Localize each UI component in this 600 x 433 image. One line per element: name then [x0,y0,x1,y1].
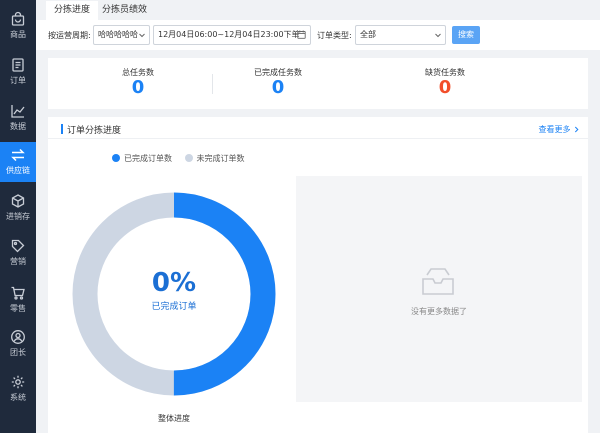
chevron-down-icon [435,33,441,38]
date-range-value: 12月04日06:00~12月04日23:00下单 [158,30,300,39]
sidebar-item-label: 团长 [10,348,26,357]
legend-label: 已完成订单数 [124,154,172,163]
tag-icon [11,239,25,253]
sidebar-item-label: 供应链 [6,166,30,175]
card-header: 订单分拣进度 查看更多 [48,117,588,139]
empty-inbox-icon [422,268,454,295]
period-label: 按运营周期: [48,31,91,40]
period-select[interactable]: 哈哈哈哈哈 [93,25,150,45]
legend-dot-incomplete [184,154,193,162]
cube-icon [11,194,25,208]
sidebar-item-label: 商品 [10,30,26,39]
stat-value: 0 [271,77,285,98]
order-type-select[interactable]: 全部 [355,25,446,45]
view-more-link[interactable]: 查看更多 [538,124,580,135]
empty-state-panel: 没有更多数据了 [296,176,582,402]
sidebar-item-label: 营销 [10,257,26,266]
user-icon [11,330,25,344]
cart-icon [11,286,25,300]
sidebar-item-marketing[interactable]: 营销 [0,233,36,273]
card-title: 订单分拣进度 [67,126,122,136]
sidebar-item-orders[interactable]: 订单 [0,52,36,92]
search-button[interactable]: 搜索 [452,26,480,44]
legend-label: 未完成订单数 [196,154,245,163]
legend-dot-completed [112,154,120,162]
view-more-label: 查看更多 [538,125,571,134]
donut-caption: 已完成订单 [151,302,197,312]
sidebar-item-label: 数据 [10,122,26,131]
chart-legend: 已完成订单数 未完成订单数 [112,153,255,163]
sidebar-item-label: 零售 [10,304,26,313]
sidebar-item-supply-chain[interactable]: 供应链 [0,142,36,182]
date-range-input[interactable]: 12月04日06:00~12月04日23:00下单 [153,25,311,45]
bag-icon [11,11,25,26]
gear-icon [11,375,25,389]
order-sorting-progress-card: 订单分拣进度 查看更多 已完成订单数 未完成订单数 0% 已完成订单 整体进度 … [48,117,588,433]
sidebar-item-goods[interactable]: 商品 [0,6,36,46]
sidebar: 商品 订单 数据 供应链 进销存 营销 零售 团长 系统 [0,0,36,433]
stats-panel: 总任务数 0 已完成任务数 0 缺货任务数 0 [48,58,588,109]
document-icon [12,58,24,72]
sidebar-item-label: 系统 [10,393,26,402]
order-type-label: 订单类型: [317,31,352,40]
tab-sorting-progress[interactable]: 分拣进度 [46,1,99,20]
donut-footer: 整体进度 [158,414,190,423]
donut-percent: 0% [151,268,197,298]
filter-bar: 按运营周期: 哈哈哈哈哈 12月04日06:00~12月04日23:00下单 订… [36,20,600,50]
stat-value: 0 [438,77,452,98]
sidebar-item-data[interactable]: 数据 [0,98,36,138]
sidebar-item-system[interactable]: 系统 [0,369,36,409]
sidebar-item-label: 进销存 [6,212,30,221]
sidebar-item-label: 订单 [10,76,26,85]
sidebar-item-leader[interactable]: 团长 [0,324,36,364]
chevron-right-icon [574,126,579,133]
line-chart-icon [11,105,25,118]
sidebar-item-retail[interactable]: 零售 [0,280,36,320]
sidebar-item-inventory[interactable]: 进销存 [0,188,36,228]
tab-bar: 分拣进度 分拣员绩效 [36,0,600,20]
period-select-value: 哈哈哈哈哈 [98,30,138,39]
title-accent-bar [61,124,63,134]
order-type-value: 全部 [360,30,376,39]
calendar-icon [297,30,306,39]
chevron-down-icon [139,33,145,38]
empty-state-text: 没有更多数据了 [411,307,467,316]
legend-item-completed[interactable]: 已完成订单数 [112,153,172,164]
legend-item-incomplete[interactable]: 未完成订单数 [184,153,245,164]
exchange-icon [11,148,25,162]
tab-sorter-performance[interactable]: 分拣员绩效 [94,1,155,20]
